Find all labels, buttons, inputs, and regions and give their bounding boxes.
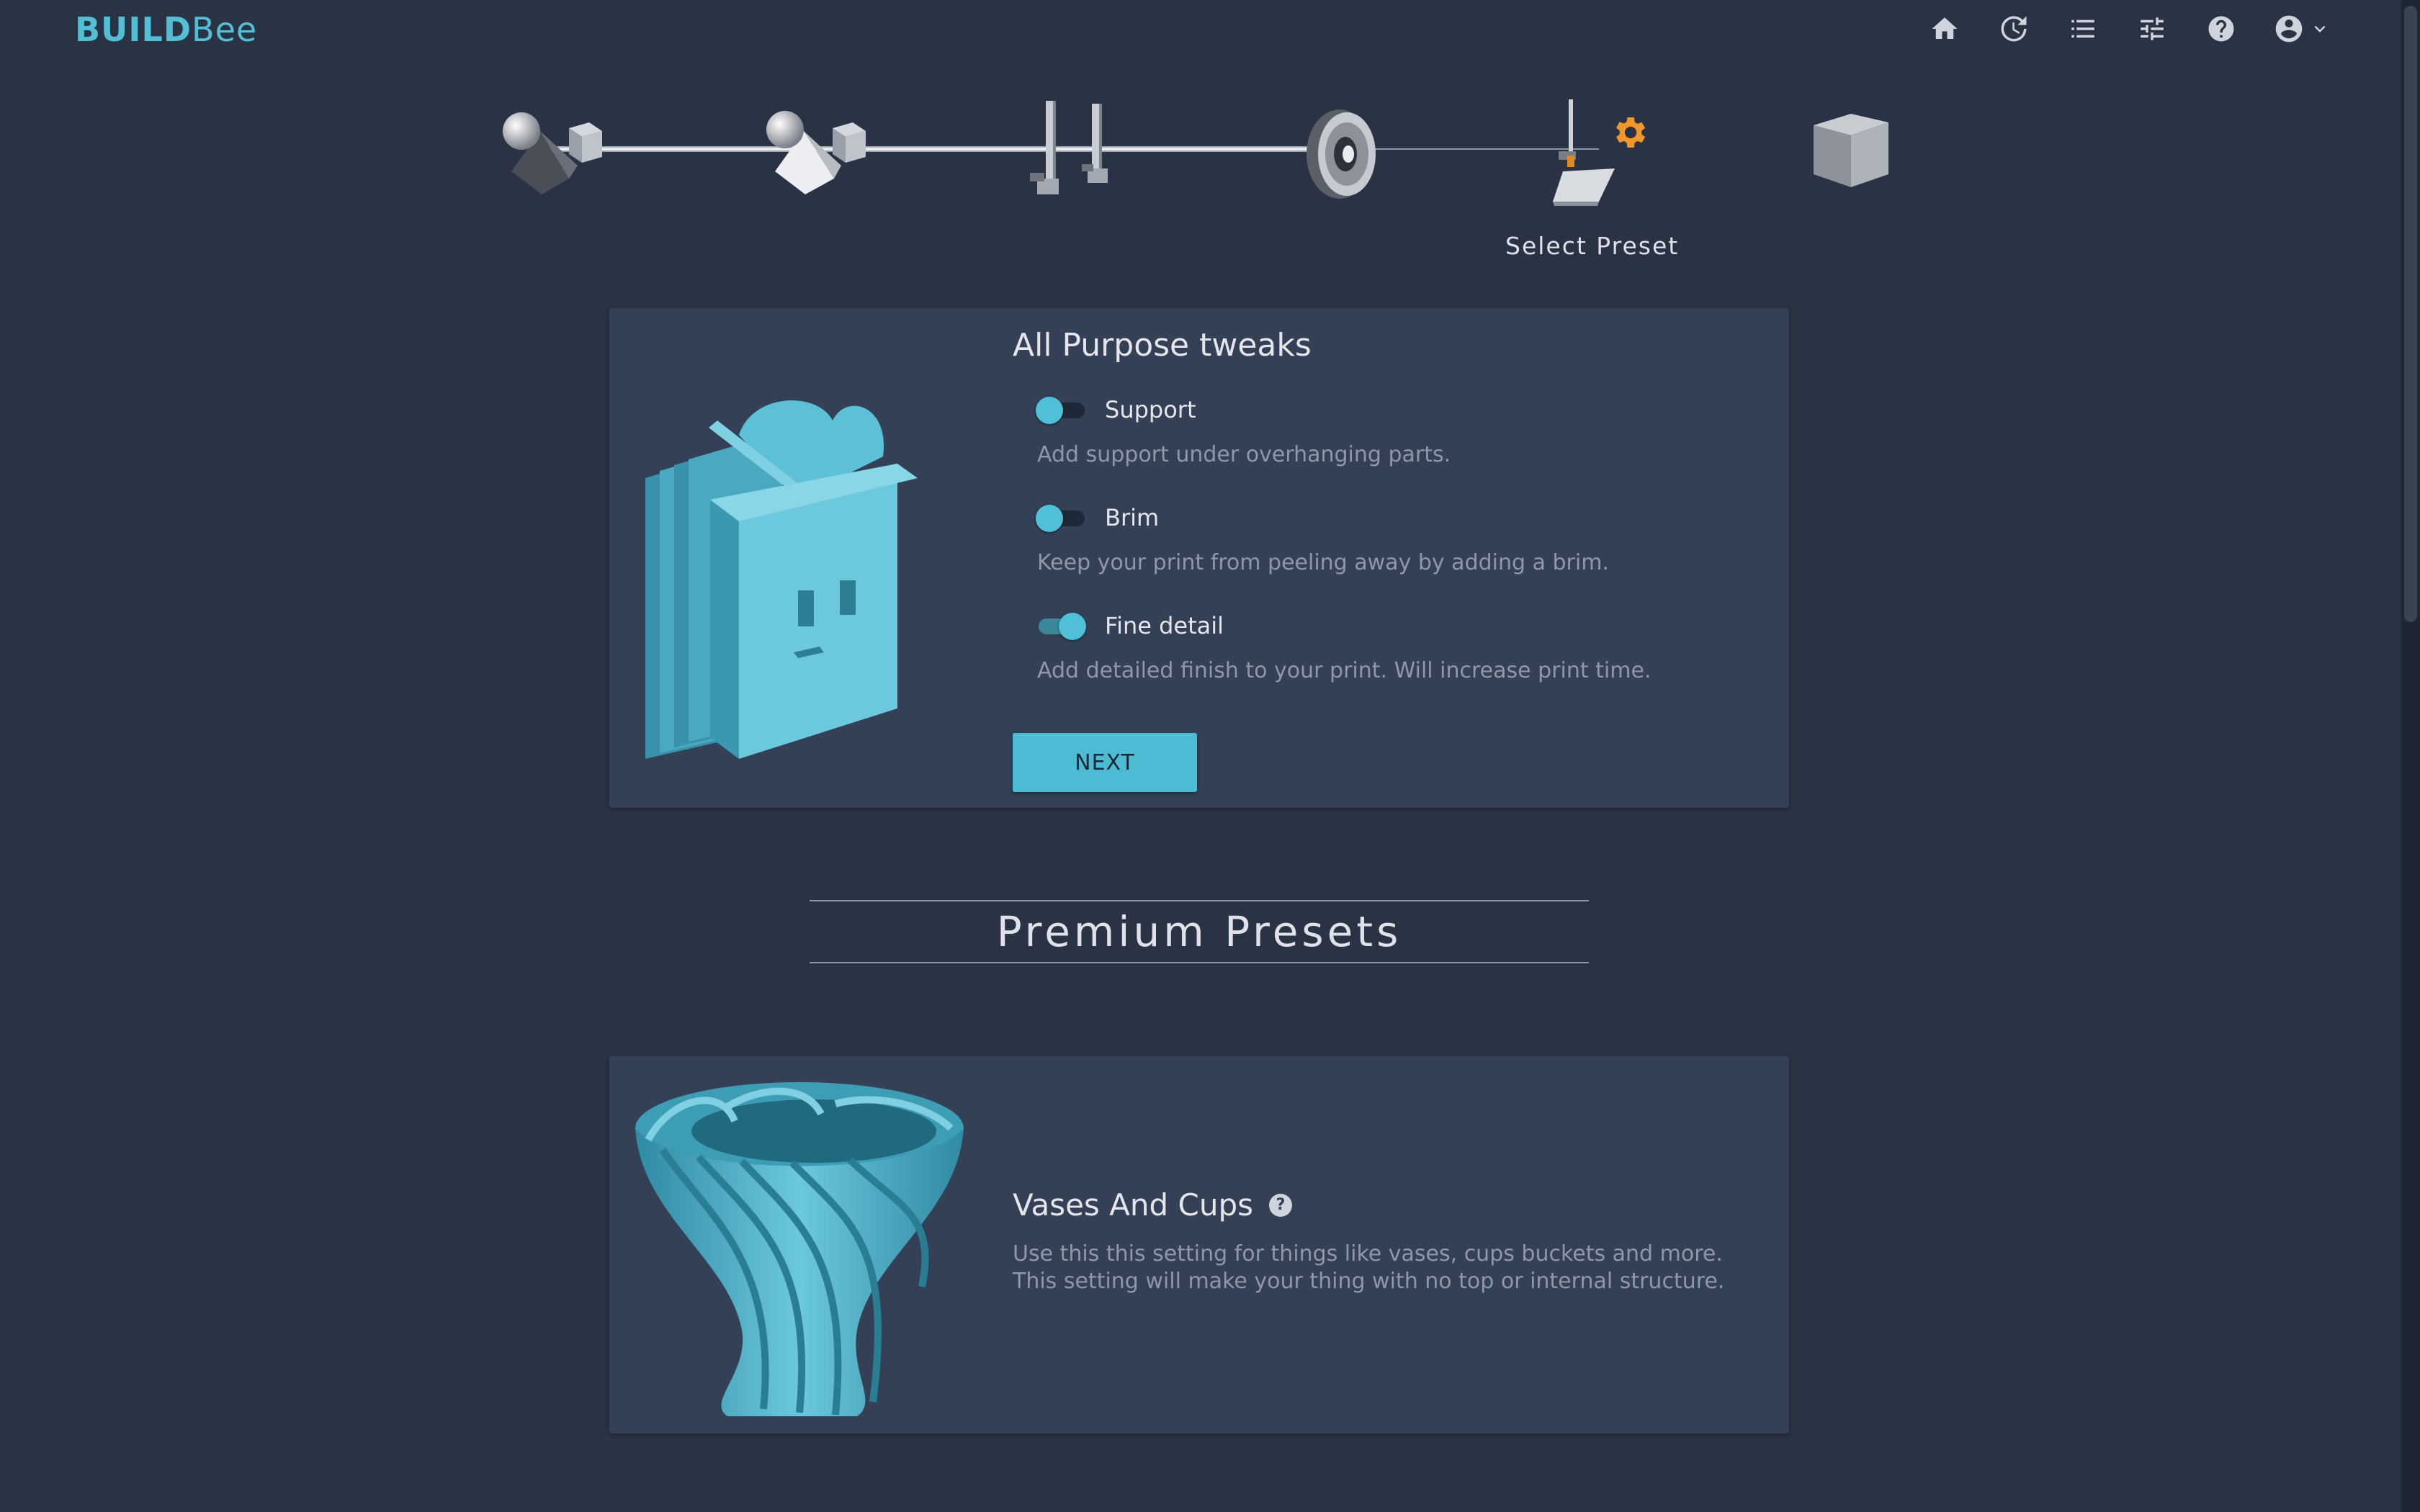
brim-description: Keep your print from peeling away by add… (1037, 550, 1609, 575)
tweaks-title: All Purpose tweaks (1013, 327, 1312, 364)
step-model-prep[interactable] (759, 94, 874, 209)
top-nav (1927, 12, 2331, 46)
brim-toggle[interactable] (1036, 505, 1086, 532)
account-icon (2275, 15, 2303, 42)
step-filament[interactable] (1282, 94, 1397, 209)
vases-and-cups-description: Use this this setting for things like va… (1013, 1241, 1725, 1294)
support-label: Support (1105, 396, 1196, 423)
vase-model-image (635, 1082, 964, 1416)
progress-line-complete (540, 146, 1340, 152)
settings-sliders-icon[interactable] (2135, 12, 2169, 46)
preset-card-vases[interactable]: Vases And Cups ? Use this this setting f… (609, 1056, 1789, 1434)
printer-icon (1030, 101, 1108, 194)
premium-presets-heading: Premium Presets (810, 900, 1589, 963)
step-progress: Select Preset (490, 86, 1901, 274)
brim-option: Brim (1036, 504, 1160, 532)
filament-spool-icon (1307, 109, 1376, 199)
fine-detail-description: Add detailed finish to your print. Will … (1037, 658, 1652, 683)
shapes-icon (503, 112, 602, 194)
chevron-down-icon (2314, 25, 2326, 32)
fine-detail-option: Fine detail (1036, 612, 1224, 640)
scrollbar-thumb[interactable] (2404, 6, 2417, 622)
help-icon[interactable] (2204, 12, 2238, 46)
cube-icon (1814, 114, 1888, 187)
support-option: Support (1036, 396, 1196, 424)
step-output[interactable] (1801, 94, 1916, 209)
shapes-white-icon (766, 111, 866, 194)
queue-list-icon[interactable] (2066, 12, 2100, 46)
support-toggle[interactable] (1036, 397, 1086, 424)
top-bar: BUILDBee (0, 0, 2406, 60)
scrollbar[interactable] (2401, 0, 2420, 1512)
gear-icon (1616, 117, 1646, 148)
fine-detail-toggle[interactable] (1036, 613, 1086, 640)
step-add-model[interactable] (497, 94, 612, 209)
brim-label: Brim (1105, 504, 1160, 531)
support-description: Add support under overhanging parts. (1037, 442, 1451, 467)
current-step-label: Select Preset (1505, 232, 1680, 260)
vases-and-cups-title: Vases And Cups ? (1013, 1187, 1293, 1223)
tweaks-card: All Purpose tweaks Support Add support u… (609, 308, 1789, 808)
home-icon[interactable] (1927, 12, 1962, 46)
account-menu[interactable] (2273, 13, 2331, 45)
tweaks-model-image (645, 400, 918, 759)
step-select-preset[interactable] (1541, 94, 1657, 209)
vases-title-text: Vases And Cups (1013, 1187, 1254, 1223)
next-button[interactable]: NEXT (1013, 733, 1197, 792)
help-circle-icon[interactable]: ? (1269, 1193, 1293, 1217)
buildbee-logo[interactable]: BUILDBee (75, 10, 257, 49)
fine-detail-label: Fine detail (1105, 612, 1224, 639)
history-icon[interactable] (1996, 12, 2031, 46)
step-printer[interactable] (1016, 94, 1131, 209)
